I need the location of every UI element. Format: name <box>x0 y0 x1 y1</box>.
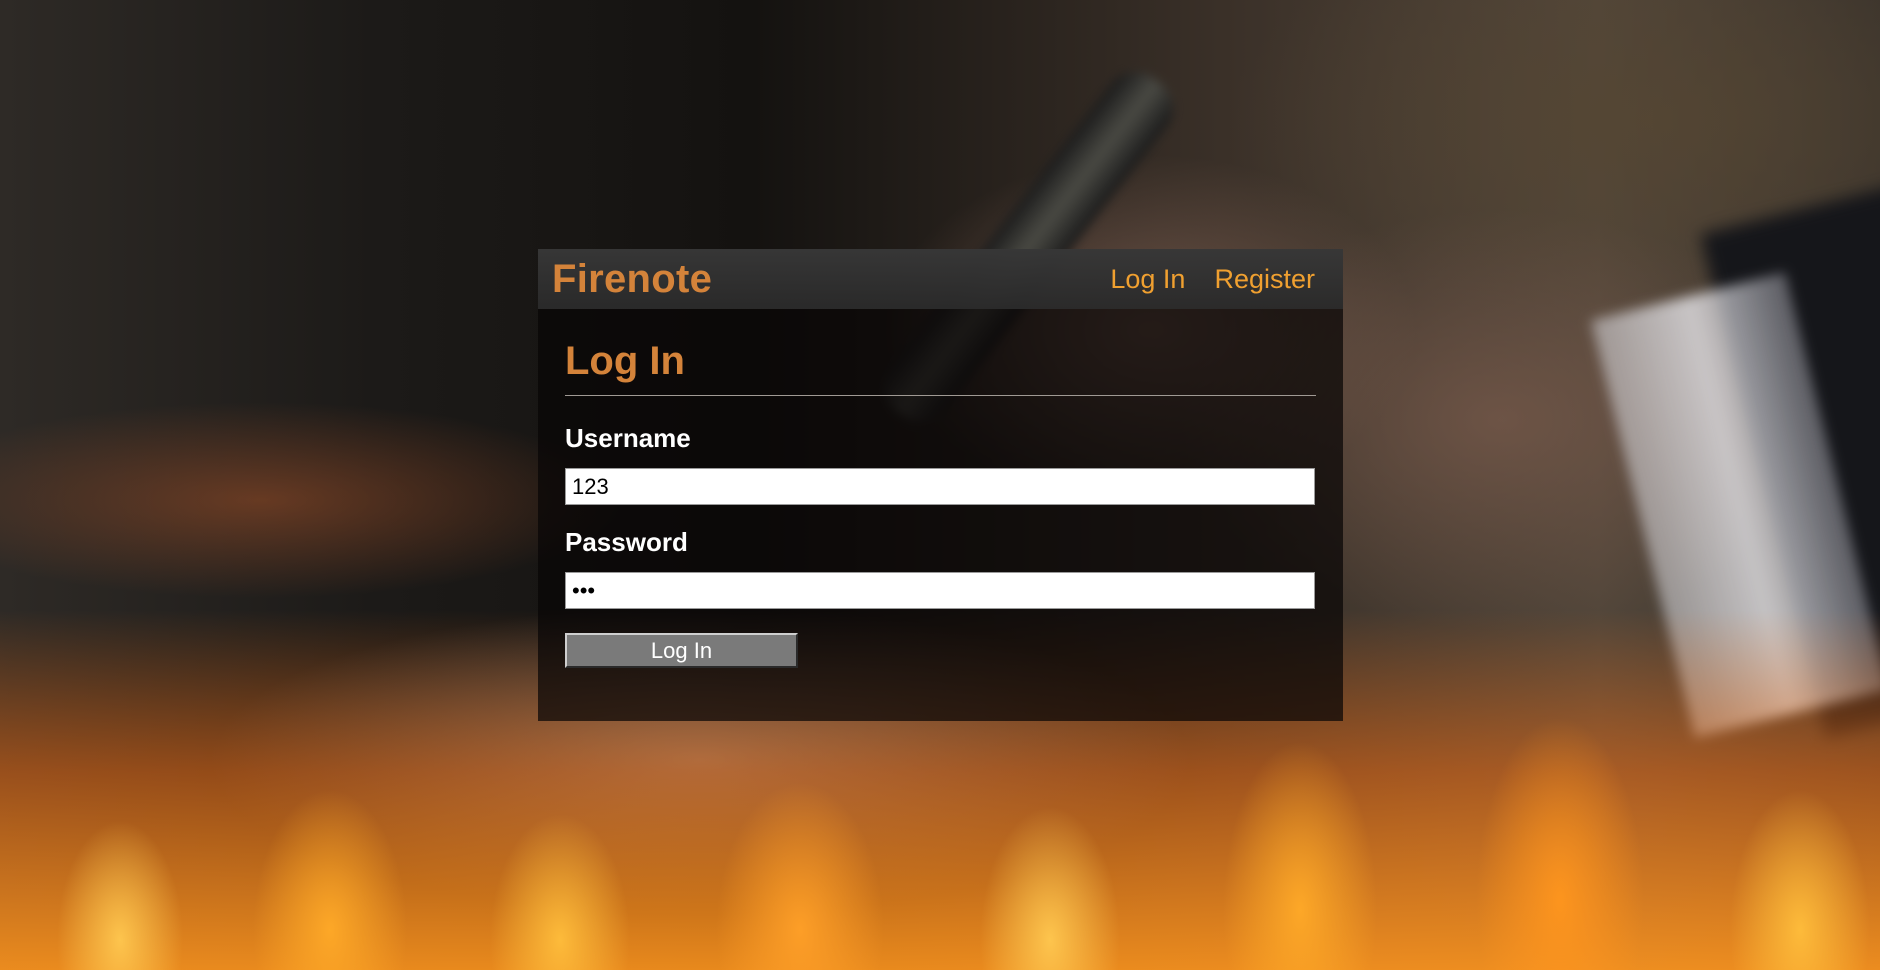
password-label: Password <box>565 527 688 557</box>
password-input[interactable] <box>565 572 1315 609</box>
brand-logo-link[interactable]: Firenote <box>552 257 712 302</box>
username-input[interactable] <box>565 468 1315 505</box>
nav-links: Log In Register <box>1110 264 1329 295</box>
login-form: Log In Username Password Log In <box>538 339 1343 668</box>
username-label: Username <box>565 423 691 453</box>
login-button[interactable]: Log In <box>565 633 798 668</box>
nav-register-link[interactable]: Register <box>1214 264 1315 295</box>
top-navbar: Firenote Log In Register <box>538 249 1343 309</box>
nav-login-link[interactable]: Log In <box>1110 264 1185 295</box>
login-panel: Firenote Log In Register Log In Username… <box>538 249 1343 721</box>
page-title: Log In <box>565 339 1316 396</box>
